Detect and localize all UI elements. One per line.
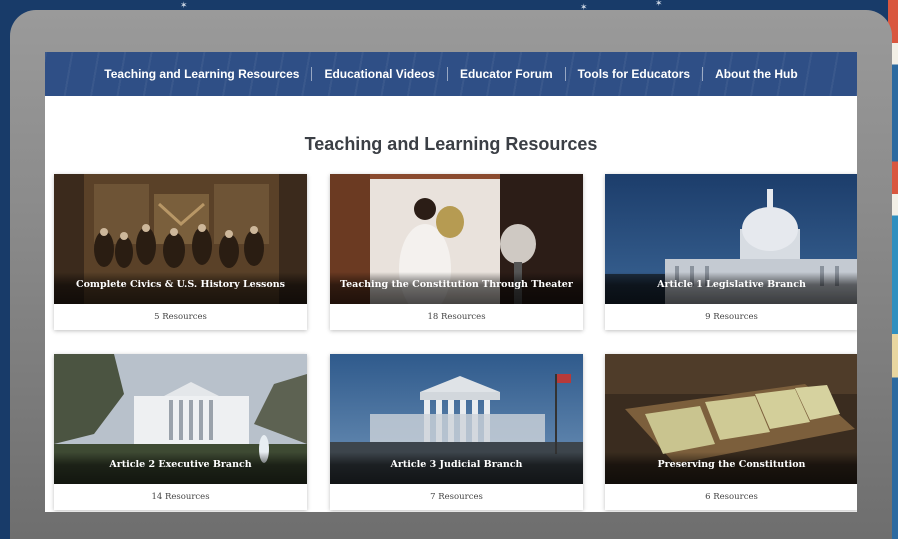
supreme-court-image: Article 3 Judicial Branch (330, 354, 583, 484)
website-screen: Teaching and Learning Resources Educatio… (45, 52, 857, 512)
star-icon: ✶ (655, 0, 663, 8)
resource-count: 5 Resources (154, 312, 207, 322)
nav-item-teaching-resources[interactable]: Teaching and Learning Resources (92, 67, 311, 81)
resource-card-judicial[interactable]: Article 3 Judicial Branch 7 Resources (330, 354, 583, 510)
resource-count: 18 Resources (427, 312, 486, 322)
card-title: Teaching the Constitution Through Theate… (330, 272, 583, 304)
resource-card-executive[interactable]: Article 2 Executive Branch 14 Resources (54, 354, 307, 510)
card-title: Article 2 Executive Branch (54, 452, 307, 484)
capitol-building-image: Article 1 Legislative Branch (605, 174, 857, 304)
resource-count: 6 Resources (705, 492, 758, 502)
card-title: Article 1 Legislative Branch (605, 272, 857, 304)
section-title: Teaching and Learning Resources (304, 134, 598, 154)
card-title: Preserving the Constitution (605, 452, 857, 484)
resource-card-civics[interactable]: Complete Civics & U.S. History Lessons 5… (54, 174, 307, 330)
card-title: Complete Civics & U.S. History Lessons (54, 272, 307, 304)
resource-card-theater[interactable]: Teaching the Constitution Through Theate… (330, 174, 583, 330)
nav-item-about-the-hub[interactable]: About the Hub (703, 67, 810, 81)
theater-performer-image: Teaching the Constitution Through Theate… (330, 174, 583, 304)
archive-display-cases-image: Preserving the Constitution (605, 354, 857, 484)
resource-card-preserving[interactable]: Preserving the Constitution 6 Resources (605, 354, 857, 510)
nav-item-educator-forum[interactable]: Educator Forum (448, 67, 565, 81)
resource-count: 14 Resources (151, 492, 210, 502)
card-title: Article 3 Judicial Branch (330, 452, 583, 484)
resource-count: 7 Resources (430, 492, 483, 502)
resource-count: 9 Resources (705, 312, 758, 322)
nav-item-educational-videos[interactable]: Educational Videos (312, 67, 446, 81)
white-house-image: Article 2 Executive Branch (54, 354, 307, 484)
nav-item-tools-for-educators[interactable]: Tools for Educators (566, 67, 702, 81)
top-nav: Teaching and Learning Resources Educatio… (45, 52, 857, 96)
resource-card-legislative[interactable]: Article 1 Legislative Branch 9 Resources (605, 174, 857, 330)
declaration-painting-image: Complete Civics & U.S. History Lessons (54, 174, 307, 304)
